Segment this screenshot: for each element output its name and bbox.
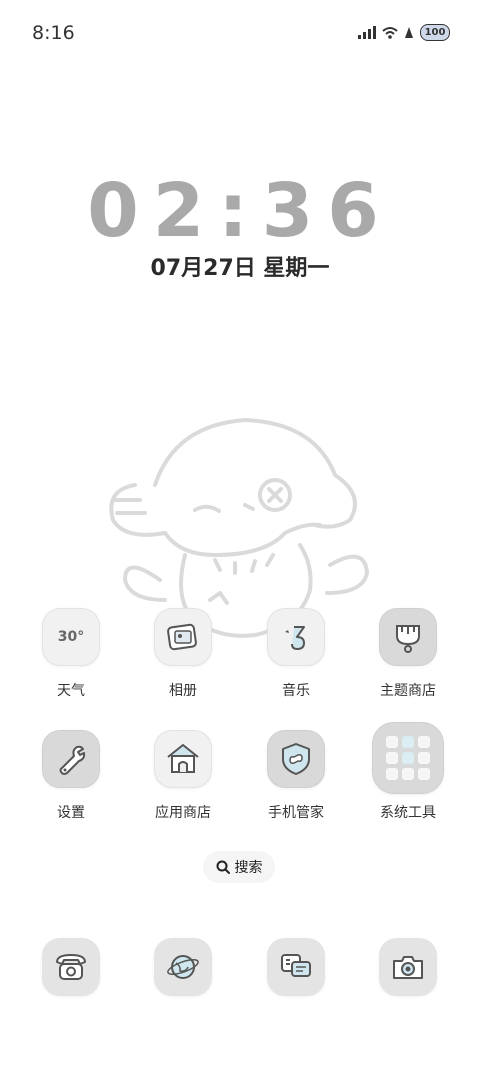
status-icons: 100 [357,24,450,41]
music-icon [267,608,325,666]
signal-icon [358,25,376,39]
dock-phone[interactable] [26,938,116,996]
notification-icon [405,26,413,38]
weather-icon: 30° [42,608,100,666]
browser-icon [154,938,212,996]
app-label: 天气 [57,683,85,699]
app-label: 手机管家 [268,805,324,821]
app-label: 系统工具 [380,805,436,821]
lockscreen-date: 07月27日 星期一 [150,256,330,281]
folder-system-tools[interactable]: 系统工具 [363,722,453,822]
app-label: 音乐 [282,683,310,699]
search-button[interactable]: 搜索 [203,851,275,883]
battery-icon: 100 [420,24,450,41]
app-app-store[interactable]: 应用商店 [138,730,228,822]
lockscreen-clock: 02:36 [87,168,393,254]
wifi-icon [382,26,398,39]
status-time: 8:16 [32,22,75,44]
camera-icon [379,938,437,996]
phone-manager-icon [267,730,325,788]
app-settings[interactable]: 设置 [26,730,116,822]
app-store-icon [154,730,212,788]
messages-icon [267,938,325,996]
app-label: 应用商店 [155,805,211,821]
status-bar: 8:16 100 [0,0,480,64]
app-theme-store[interactable]: 主题商店 [363,608,453,700]
dock-browser[interactable] [138,938,228,996]
app-label: 主题商店 [380,683,436,699]
app-label: 相册 [169,683,197,699]
settings-icon [42,730,100,788]
dock-messages[interactable] [251,938,341,996]
app-music[interactable]: 音乐 [251,608,341,700]
phone-icon [42,938,100,996]
weather-temperature: 30° [57,629,85,645]
theme-store-icon [379,608,437,666]
search-label: 搜索 [234,860,263,876]
search-icon [216,860,230,874]
app-label: 设置 [57,805,85,821]
app-weather[interactable]: 30° 天气 [26,608,116,700]
folder-grid [386,736,430,780]
dock-camera[interactable] [363,938,453,996]
gallery-icon [154,608,212,666]
system-tools-folder-icon [372,722,444,794]
app-gallery[interactable]: 相册 [138,608,228,700]
app-phone-manager[interactable]: 手机管家 [251,730,341,822]
